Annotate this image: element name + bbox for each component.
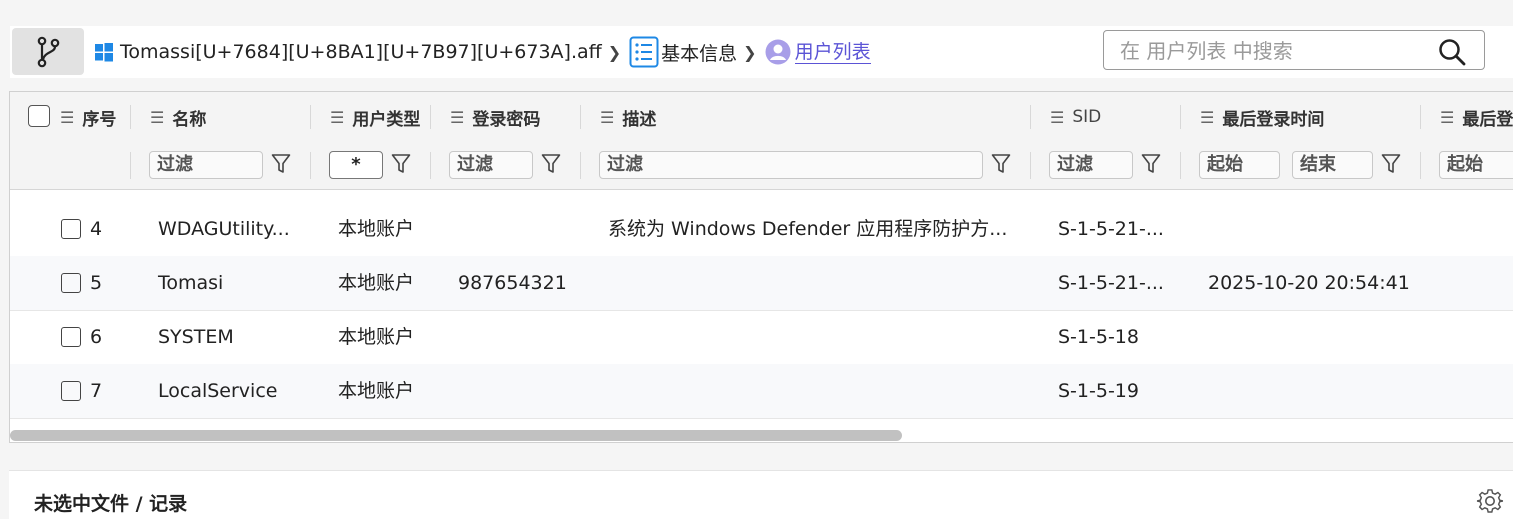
filter-name-input[interactable]: 过滤: [149, 151, 263, 179]
breadcrumb-current[interactable]: 用户列表: [794, 41, 871, 64]
funnel-icon[interactable]: [1141, 153, 1161, 175]
cell-name: WDAGUtility...: [158, 218, 290, 240]
cell-type: 本地账户: [338, 218, 415, 240]
column-menu-icon[interactable]: ☰: [330, 108, 344, 127]
cell-type: 本地账户: [338, 272, 415, 294]
table-row[interactable]: 4 WDAGUtility... 本地账户 系统为 Windows Defend…: [10, 202, 1513, 257]
filter-last-login-end[interactable]: 结束: [1292, 151, 1373, 179]
column-header-index[interactable]: ☰ 序号: [60, 92, 116, 142]
cell-sid: S-1-5-21-...: [1058, 272, 1164, 294]
git-branch-icon: [37, 36, 60, 67]
column-header-sid[interactable]: ☰ SID: [1050, 92, 1101, 142]
cell-name: SYSTEM: [158, 326, 234, 348]
column-header-name[interactable]: ☰ 名称: [150, 92, 206, 142]
column-header-description[interactable]: ☰ 描述: [600, 92, 656, 142]
filter-last-login-start[interactable]: 起始: [1199, 151, 1280, 179]
breadcrumb-file[interactable]: Tomassi[U+7684][U+8BA1][U+7B97][U+673A].…: [120, 41, 602, 63]
windows-logo-icon: [95, 43, 113, 62]
horizontal-scrollbar[interactable]: [10, 430, 902, 441]
cell-description: 系统为 Windows Defender 应用程序防护方...: [608, 218, 1008, 240]
filter-row: 过滤 * 过滤 过滤 过滤 起始 结束 起始: [10, 142, 1513, 190]
cell-sid: S-1-5-18: [1058, 326, 1139, 348]
breadcrumb-section[interactable]: 基本信息: [661, 39, 737, 66]
detail-panel-title: 未选中文件 / 记录: [34, 493, 188, 515]
row-checkbox[interactable]: [61, 219, 81, 239]
filter-password-input[interactable]: 过滤: [449, 151, 533, 179]
cell-last-login: 2025-10-20 20:54:41: [1208, 272, 1410, 294]
row-checkbox[interactable]: [61, 327, 81, 347]
table-header: ☰ 序号 ☰ 名称 ☰ 用户类型 ☰ 登录密码 ☰ 描述 ☰ SID ☰ 最后登录时间 ☰ 最后…: [10, 92, 1513, 143]
cell-password: 987654321: [458, 272, 567, 294]
select-all-checkbox[interactable]: [28, 105, 50, 127]
row-checkbox[interactable]: [61, 273, 81, 293]
user-avatar-icon: [765, 39, 791, 65]
cell-name: Tomasi: [158, 272, 224, 294]
filter-type-input[interactable]: *: [329, 151, 383, 179]
column-header-last-login[interactable]: ☰ 最后登录时间: [1200, 92, 1324, 142]
top-bar: Tomassi[U+7684][U+8BA1][U+7B97][U+673A].…: [10, 26, 1513, 78]
funnel-icon[interactable]: [541, 153, 561, 175]
filter-next-start[interactable]: 起始: [1439, 151, 1513, 179]
table-row[interactable]: 5 Tomasi 本地账户 987654321 S-1-5-21-... 202…: [10, 256, 1513, 311]
cell-sid: S-1-5-21-...: [1058, 218, 1164, 240]
filter-description-input[interactable]: 过滤: [599, 151, 983, 179]
column-menu-icon[interactable]: ☰: [1050, 108, 1064, 127]
breadcrumb: Tomassi[U+7684][U+8BA1][U+7B97][U+673A].…: [94, 26, 871, 78]
branch-button[interactable]: [12, 28, 84, 75]
detail-panel: 未选中文件 / 记录: [9, 470, 1513, 519]
gear-icon[interactable]: [1476, 487, 1504, 515]
column-header-password[interactable]: ☰ 登录密码: [450, 92, 540, 142]
column-menu-icon[interactable]: ☰: [600, 108, 614, 127]
filter-sid-input[interactable]: 过滤: [1049, 151, 1133, 179]
table-row[interactable]: 7 LocalService 本地账户 S-1-5-19: [10, 364, 1513, 419]
list-icon: [629, 36, 659, 68]
funnel-icon[interactable]: [991, 153, 1011, 175]
cell-type: 本地账户: [338, 326, 415, 348]
funnel-icon[interactable]: [271, 153, 291, 175]
search-box: [1103, 30, 1485, 70]
funnel-icon[interactable]: [1381, 153, 1401, 175]
column-menu-icon[interactable]: ☰: [60, 108, 74, 127]
column-menu-icon[interactable]: ☰: [1440, 108, 1454, 127]
cell-sid: S-1-5-19: [1058, 380, 1139, 402]
funnel-icon[interactable]: [391, 153, 411, 175]
cell-index: 5: [90, 272, 103, 294]
column-header-last-partial[interactable]: ☰ 最后登: [1440, 92, 1513, 142]
cell-name: LocalService: [158, 380, 278, 402]
cell-type: 本地账户: [338, 380, 415, 402]
cell-index: 7: [90, 380, 103, 402]
column-menu-icon[interactable]: ☰: [150, 108, 164, 127]
column-header-type[interactable]: ☰ 用户类型: [330, 92, 420, 142]
search-icon[interactable]: [1438, 38, 1466, 66]
user-table: ☰ 序号 ☰ 名称 ☰ 用户类型 ☰ 登录密码 ☰ 描述 ☰ SID ☰ 最后登录时间 ☰ 最后…: [9, 91, 1513, 443]
cell-index: 6: [90, 326, 103, 348]
column-menu-icon[interactable]: ☰: [450, 108, 464, 127]
search-input[interactable]: [1118, 36, 1422, 66]
chevron-right-icon: ❯: [743, 42, 757, 62]
chevron-right-icon: ❯: [607, 42, 622, 62]
row-checkbox[interactable]: [61, 381, 81, 401]
table-row[interactable]: 6 SYSTEM 本地账户 S-1-5-18: [10, 310, 1513, 365]
cell-index: 4: [90, 218, 103, 240]
column-menu-icon[interactable]: ☰: [1200, 108, 1214, 127]
